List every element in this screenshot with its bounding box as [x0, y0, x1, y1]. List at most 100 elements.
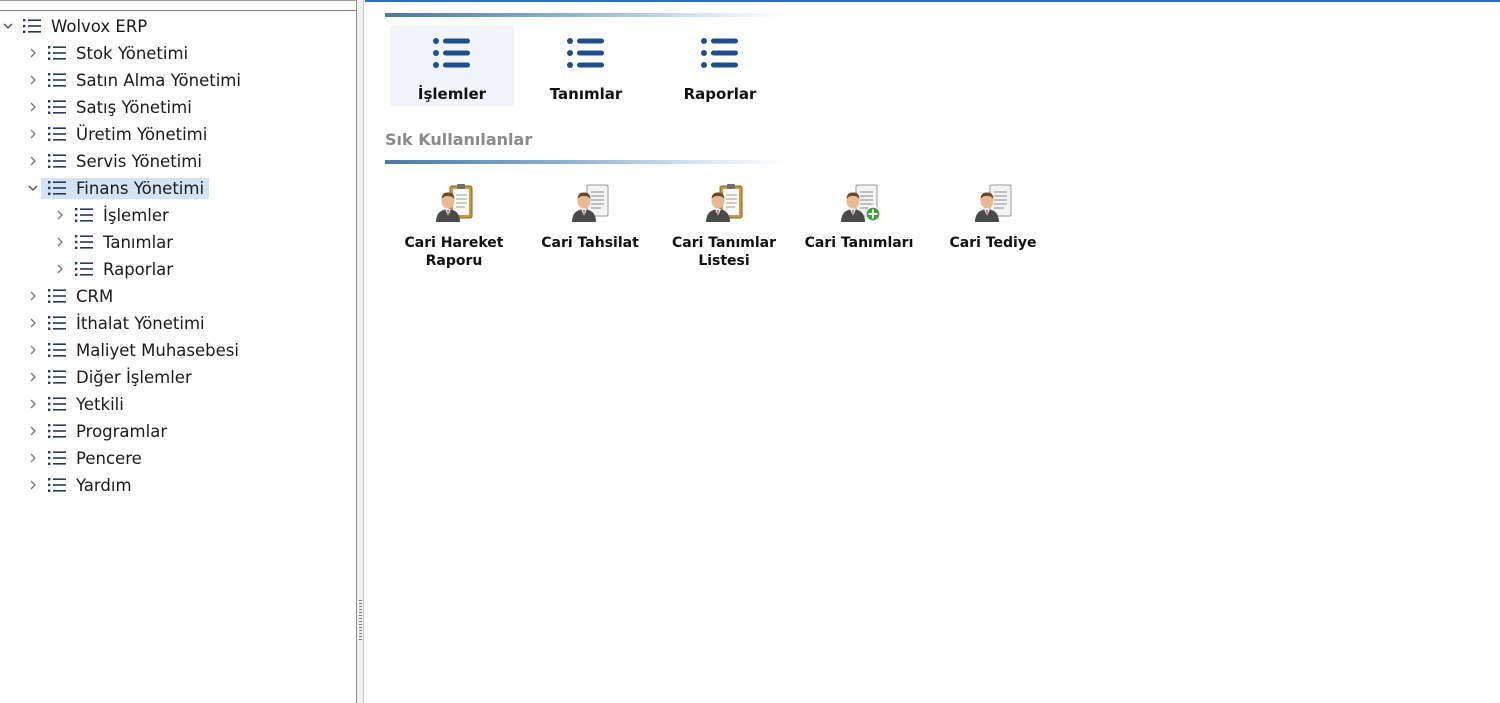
favorite-cari-tediye[interactable]: Cari Tediye [930, 180, 1056, 252]
tree-item-i-şlemler[interactable]: İşlemler [52, 203, 174, 227]
chevron-right-icon[interactable] [25, 315, 41, 331]
tree-item-raporlar[interactable]: Raporlar [52, 257, 178, 281]
tree-item-body[interactable]: Yetkili [41, 394, 129, 415]
tree-item-wolvox-erp[interactable]: Wolvox ERP [0, 14, 152, 38]
favorite-cari-tan-mlar-listesi[interactable]: Cari Tanımlar Listesi [661, 180, 787, 270]
tree-item-body[interactable]: Üretim Yönetimi [41, 124, 212, 145]
tree-item-body[interactable]: Programlar [41, 421, 172, 442]
tree-item-label: Satın Alma Yönetimi [76, 70, 241, 90]
tree-item-label: Yardım [76, 475, 132, 495]
tree-item-body[interactable]: Pencere [41, 448, 147, 469]
chevron-right-icon[interactable] [25, 369, 41, 385]
splitter-grip[interactable] [359, 600, 362, 640]
tree-item-label: Finans Yönetimi [76, 178, 205, 198]
tree-item-yardım[interactable]: Yardım [25, 473, 137, 497]
tree-item-stok-yönetimi[interactable]: Stok Yönetimi [25, 41, 193, 65]
tree-item-body[interactable]: İşlemler [68, 205, 174, 226]
tiles-separator [385, 13, 785, 17]
chevron-right-icon[interactable] [25, 99, 41, 115]
chevron-right-icon[interactable] [25, 342, 41, 358]
favorites-separator [385, 160, 785, 164]
tree-item-body[interactable]: Raporlar [68, 259, 178, 280]
chevron-right-icon[interactable] [25, 288, 41, 304]
favorite-cari-tahsilat[interactable]: Cari Tahsilat [527, 180, 653, 252]
tree-item-body[interactable]: Stok Yönetimi [41, 43, 193, 64]
tree-item-body[interactable]: Satış Yönetimi [41, 97, 197, 118]
tree-item-label: İthalat Yönetimi [76, 313, 205, 333]
favorite-label-line: Cari Hareket [404, 235, 504, 251]
tree-item-label: Pencere [76, 448, 142, 468]
favorite-label: Cari Hareket Raporu [405, 234, 504, 270]
chevron-right-icon[interactable] [25, 396, 41, 412]
tree-item-üretim-yönetimi[interactable]: Üretim Yönetimi [25, 122, 212, 146]
chevron-right-icon[interactable] [25, 153, 41, 169]
tree-item-i-thalat-yönetimi[interactable]: İthalat Yönetimi [25, 311, 210, 335]
tree-item-label: Wolvox ERP [51, 16, 148, 36]
favorite-label-line: Listesi [698, 253, 750, 269]
tree-item-label: Üretim Yönetimi [76, 124, 208, 144]
chevron-right-icon[interactable] [25, 423, 41, 439]
chevron-down-icon[interactable] [25, 180, 41, 196]
chevron-right-icon[interactable] [52, 234, 68, 250]
user-document-icon [572, 184, 609, 222]
tree-item-label: Raporlar [103, 259, 174, 279]
tile-tanimlar[interactable]: Tanımlar [524, 26, 648, 106]
user-clipboard-icon [436, 184, 473, 222]
tree-item-body[interactable]: Diğer İşlemler [41, 367, 197, 388]
tree-item-body[interactable]: İthalat Yönetimi [41, 313, 210, 334]
list-icon [75, 262, 93, 276]
tree-item-satış-yönetimi[interactable]: Satış Yönetimi [25, 95, 197, 119]
list-icon [75, 235, 93, 249]
favorite-cari-tan-mlar-[interactable]: Cari Tanımları [796, 180, 922, 252]
user-document-icon [975, 184, 1012, 222]
list-icon [48, 316, 66, 330]
chevron-right-icon[interactable] [25, 477, 41, 493]
main-content: İşlemler Tanımlar Raporlar Sık Kullanılanl… [365, 0, 1500, 703]
tree-item-pencere[interactable]: Pencere [25, 446, 147, 470]
tree-item-body[interactable]: Tanımlar [68, 232, 178, 253]
tile-raporlar[interactable]: Raporlar [658, 26, 782, 106]
tree-item-body[interactable]: Finans Yönetimi [41, 177, 210, 199]
tree-item-body[interactable]: Wolvox ERP [16, 16, 152, 37]
chevron-right-icon[interactable] [25, 72, 41, 88]
user-add-icon [841, 184, 881, 222]
list-icon [48, 181, 66, 195]
chevron-right-icon[interactable] [52, 207, 68, 223]
tree-item-label: Stok Yönetimi [76, 43, 189, 63]
tree-item-crm[interactable]: CRM [25, 284, 118, 308]
tree-item-maliyet-muhasebesi[interactable]: Maliyet Muhasebesi [25, 338, 244, 362]
tree-item-body[interactable]: Satın Alma Yönetimi [41, 70, 246, 91]
list-icon [48, 127, 66, 141]
favorite-label: Cari Tahsilat [541, 234, 639, 252]
chevron-down-icon[interactable] [0, 18, 16, 34]
chevron-right-icon[interactable] [25, 450, 41, 466]
tree-item-servis-yönetimi[interactable]: Servis Yönetimi [25, 149, 207, 173]
tree-item-body[interactable]: Servis Yönetimi [41, 151, 207, 172]
favorites-title: Sık Kullanılanlar [385, 130, 533, 149]
list-icon [701, 38, 738, 68]
tree-item-label: Servis Yönetimi [76, 151, 202, 171]
tree-item-tanımlar[interactable]: Tanımlar [52, 230, 178, 254]
tree-item-yetkili[interactable]: Yetkili [25, 392, 129, 416]
list-icon [48, 46, 66, 60]
list-icon [48, 289, 66, 303]
tree-item-body[interactable]: Yardım [41, 475, 137, 496]
favorite-label-line: Raporu [425, 253, 483, 269]
chevron-right-icon[interactable] [52, 261, 68, 277]
top-accent-line [365, 0, 1500, 2]
chevron-right-icon[interactable] [25, 45, 41, 61]
panel-splitter[interactable] [357, 0, 364, 703]
tree-item-programlar[interactable]: Programlar [25, 419, 172, 443]
favorite-cari-hareket-raporu[interactable]: Cari Hareket Raporu [391, 180, 517, 270]
tree-item-finans-yönetimi[interactable]: Finans Yönetimi [25, 176, 210, 200]
chevron-right-icon[interactable] [25, 126, 41, 142]
list-icon [48, 100, 66, 114]
tree-item-body[interactable]: Maliyet Muhasebesi [41, 340, 244, 361]
list-icon [48, 397, 66, 411]
tree-item-satın-alma-yönetimi[interactable]: Satın Alma Yönetimi [25, 68, 246, 92]
tree-item-body[interactable]: CRM [41, 286, 118, 307]
favorite-label: Cari Tanımları [805, 234, 914, 252]
tree-item-diğer-i-şlemler[interactable]: Diğer İşlemler [25, 365, 197, 389]
list-icon [567, 38, 604, 68]
tile-islemler[interactable]: İşlemler [390, 26, 514, 106]
